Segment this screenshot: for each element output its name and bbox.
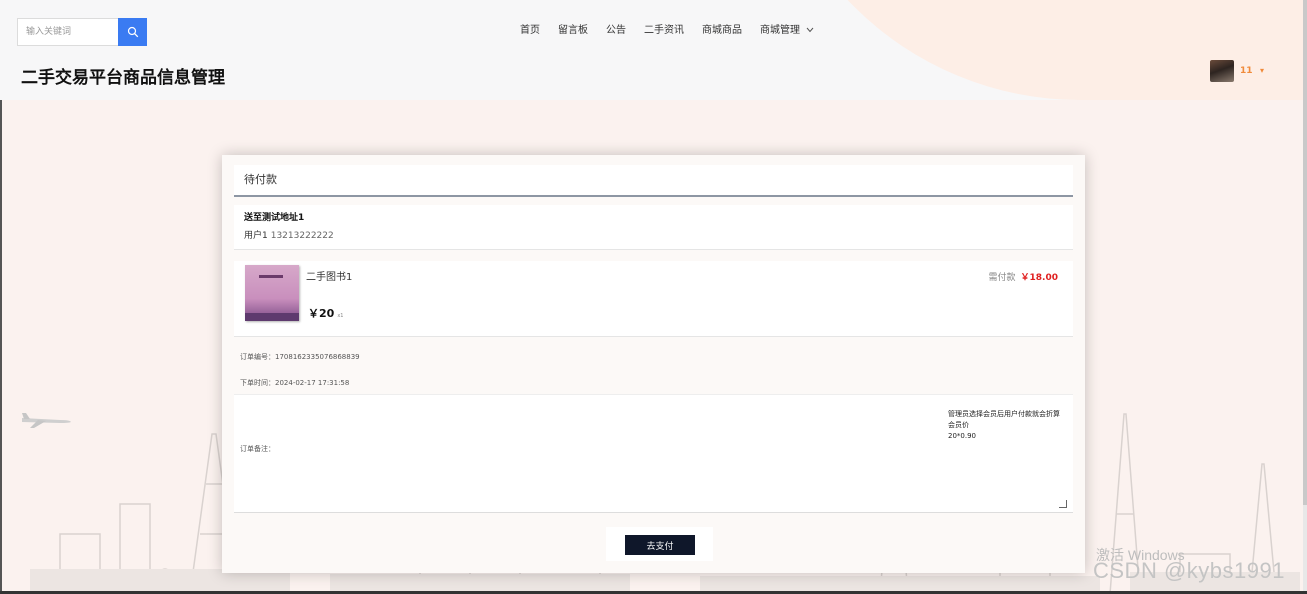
main-nav: 首页 留言板 公告 二手资讯 商城商品 商城管理 (520, 21, 814, 36)
site-title: 二手交易平台商品信息管理 (21, 68, 225, 88)
product-name: 二手图书1 (306, 272, 353, 283)
order-time: 下单时间：2024-02-17 17:31:58 (240, 378, 349, 388)
order-remark-label: 订单备注： (240, 445, 275, 453)
order-remark-field[interactable]: 订单备注： 管理员选择会员后用户付款就会折算会员价 20*0.90 (234, 395, 1073, 513)
nav-mall-manage-label: 商城管理 (760, 25, 800, 36)
nav-announcement[interactable]: 公告 (606, 21, 626, 36)
pay-button[interactable]: 去支付 (625, 535, 695, 555)
resize-grip-icon[interactable] (1059, 500, 1067, 508)
order-time-value: 2024-02-17 17:31:58 (275, 379, 350, 387)
nav-products[interactable]: 商城商品 (702, 21, 742, 36)
product-image (245, 265, 299, 321)
search-input[interactable] (17, 18, 118, 46)
pay-button-area: 去支付 (606, 527, 713, 561)
order-status-header: 待付款 (234, 165, 1073, 197)
order-number: 订单编号：1708162335076868839 (240, 352, 360, 362)
product-qty: x1 (337, 313, 344, 319)
nav-news[interactable]: 二手资讯 (644, 21, 684, 36)
order-remark-text[interactable]: 管理员选择会员后用户付款就会折算会员价 20*0.90 (948, 409, 1064, 442)
order-time-label: 下单时间： (240, 379, 275, 387)
receiver-info: 用户1 13213222222 (244, 228, 334, 241)
search-bar (17, 18, 147, 46)
order-number-label: 订单编号： (240, 353, 275, 361)
address-line: 送至测试地址1 (244, 213, 305, 223)
search-button[interactable] (118, 18, 147, 46)
need-pay-amount: ￥18.00 (1020, 273, 1058, 283)
product-price-value: ￥20 (308, 307, 335, 320)
search-icon (127, 26, 138, 38)
need-pay: 需付款 ￥18.00 (989, 270, 1058, 283)
nav-message-board[interactable]: 留言板 (558, 21, 588, 36)
order-status-title: 待付款 (244, 173, 277, 186)
header: 首页 留言板 公告 二手资讯 商城商品 商城管理 二手交易平台商品信息管理 11… (0, 0, 1307, 100)
receiver-phone: 13213222222 (270, 231, 334, 241)
nav-mall-manage[interactable]: 商城管理 (760, 21, 814, 36)
need-pay-label: 需付款 (988, 273, 1016, 283)
header-decoration (760, 0, 1307, 100)
avatar[interactable] (1210, 60, 1234, 82)
receiver-name: 用户1 (244, 231, 268, 241)
scrollbar-thumb[interactable] (1303, 0, 1307, 505)
product-row: 二手图书1 ￥20 x1 需付款 ￥18.00 (234, 261, 1073, 337)
nav-home[interactable]: 首页 (520, 21, 540, 36)
page-scrollbar[interactable] (1303, 0, 1307, 594)
book-cover-band (245, 313, 299, 321)
product-price: ￥20 x1 (308, 305, 343, 321)
shipping-address: 送至测试地址1 用户1 13213222222 (234, 205, 1073, 250)
order-number-value: 1708162335076868839 (275, 353, 360, 361)
user-caret-icon[interactable]: ▾ (1260, 66, 1264, 75)
chevron-down-icon (806, 27, 814, 33)
username[interactable]: 11 (1240, 66, 1253, 76)
order-card: 待付款 送至测试地址1 用户1 13213222222 二手图书1 ￥20 x1 需… (222, 155, 1085, 573)
csdn-watermark: CSDN @kybs1991 (1093, 558, 1285, 583)
book-cover-title-mark (259, 275, 283, 278)
